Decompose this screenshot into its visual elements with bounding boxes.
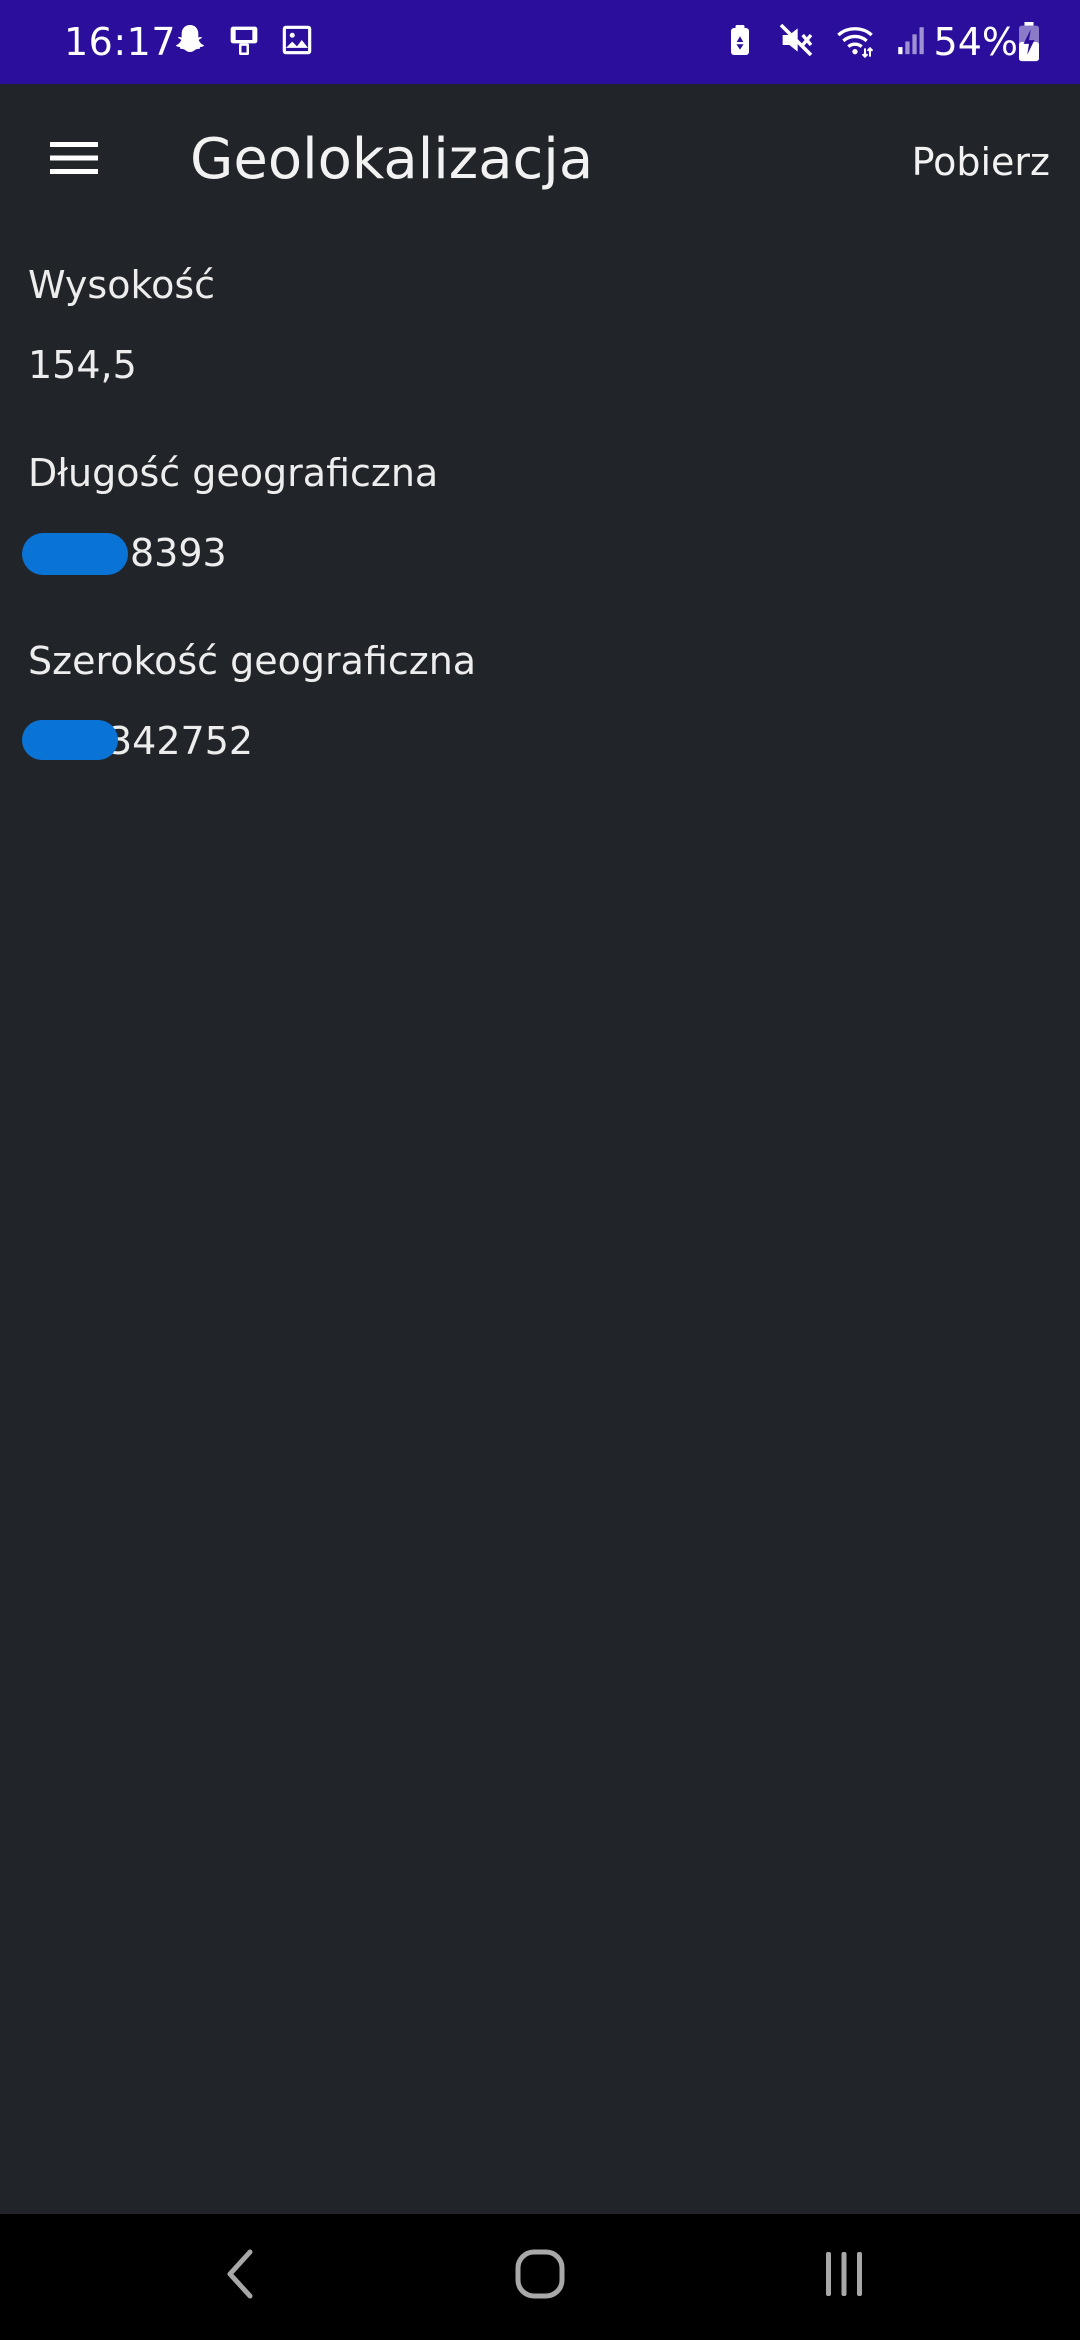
location-details: Wysokość 154,5 Długość geograficzna 8393… xyxy=(22,240,1052,804)
altitude-field: Wysokość 154,5 xyxy=(28,240,1052,428)
navigation-bar xyxy=(0,2214,1080,2340)
screen: 16:17 54% Geolokalizacja Pobierz Wysokoś… xyxy=(0,0,1080,2340)
longitude-field: Długość geograficzna 8393 xyxy=(22,428,1052,616)
recents-button[interactable] xyxy=(784,2236,904,2316)
wifi-icon xyxy=(834,20,876,64)
longitude-label: Długość geograficzna xyxy=(28,451,439,495)
signal-icon xyxy=(894,20,928,64)
mute-icon xyxy=(776,20,816,64)
longitude-value: 8393 xyxy=(130,531,227,575)
battery-percentage: 54% xyxy=(933,20,1018,64)
status-time: 16:17 xyxy=(64,20,177,64)
home-icon xyxy=(512,2246,568,2306)
page-title: Geolokalizacja xyxy=(190,127,594,192)
latitude-field: Szerokość geograficzna 342752 xyxy=(22,616,1052,804)
status-bar: 16:17 54% xyxy=(0,0,1080,84)
back-icon xyxy=(220,2246,260,2306)
cast-icon xyxy=(224,20,264,64)
recents-icon xyxy=(820,2248,868,2304)
status-right-icons xyxy=(722,18,928,66)
altitude-value: 154,5 xyxy=(28,343,137,387)
latitude-label: Szerokość geograficzna xyxy=(28,639,477,683)
snapchat-icon xyxy=(170,20,210,64)
redaction-mark xyxy=(22,720,118,760)
hamburger-menu-icon xyxy=(48,138,100,182)
back-button[interactable] xyxy=(180,2236,300,2316)
image-icon xyxy=(278,21,316,63)
battery-charging-icon xyxy=(1018,22,1040,66)
fetch-button[interactable]: Pobierz xyxy=(900,130,1050,194)
redaction-mark xyxy=(22,533,128,575)
menu-button[interactable] xyxy=(34,124,114,196)
status-left-icons xyxy=(170,20,316,64)
latitude-value: 342752 xyxy=(108,719,254,763)
home-button[interactable] xyxy=(480,2236,600,2316)
altitude-label: Wysokość xyxy=(28,263,216,307)
app-bar: Geolokalizacja Pobierz xyxy=(0,84,1080,232)
battery-saver-icon xyxy=(722,20,758,64)
